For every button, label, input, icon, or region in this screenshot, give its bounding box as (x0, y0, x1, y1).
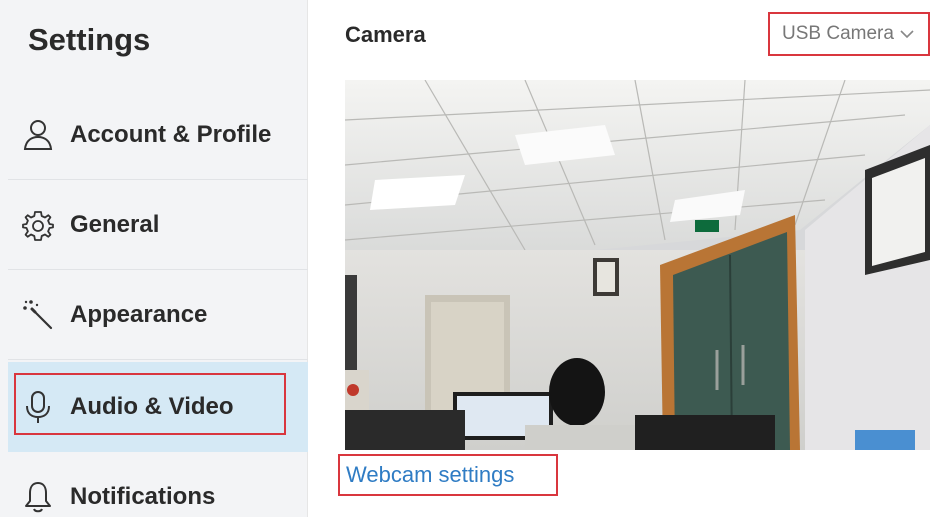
sidebar-item-label: Appearance (70, 300, 208, 328)
sidebar-title: Settings (28, 22, 151, 57)
camera-select-dropdown[interactable]: USB Camera (768, 12, 930, 56)
sidebar-item-label: Account & Profile (70, 120, 272, 148)
sidebar-item-label: General (70, 210, 160, 238)
microphone-icon (20, 389, 56, 425)
sidebar-item-label: Audio & Video (70, 393, 234, 420)
camera-section-title: Camera (345, 22, 426, 47)
chevron-down-icon (900, 29, 914, 39)
sidebar-item-audio-video[interactable]: Audio & Video (8, 362, 308, 452)
sidebar-item-notifications[interactable]: Notifications (8, 452, 308, 517)
sidebar-item-account-profile[interactable]: Account & Profile (8, 90, 308, 180)
magic-wand-icon (20, 297, 56, 333)
settings-sidebar: Settings Account & Profile General Appea… (0, 0, 308, 517)
sidebar-item-appearance[interactable]: Appearance (8, 270, 308, 360)
gear-icon (20, 207, 56, 243)
camera-select-value: USB Camera (782, 23, 894, 44)
camera-preview (345, 80, 930, 450)
bell-icon (20, 479, 56, 515)
webcam-settings-link[interactable]: Webcam settings (338, 454, 558, 496)
sidebar-item-general[interactable]: General (8, 180, 308, 270)
person-icon (20, 117, 56, 153)
sidebar-item-label: Notifications (70, 483, 216, 510)
